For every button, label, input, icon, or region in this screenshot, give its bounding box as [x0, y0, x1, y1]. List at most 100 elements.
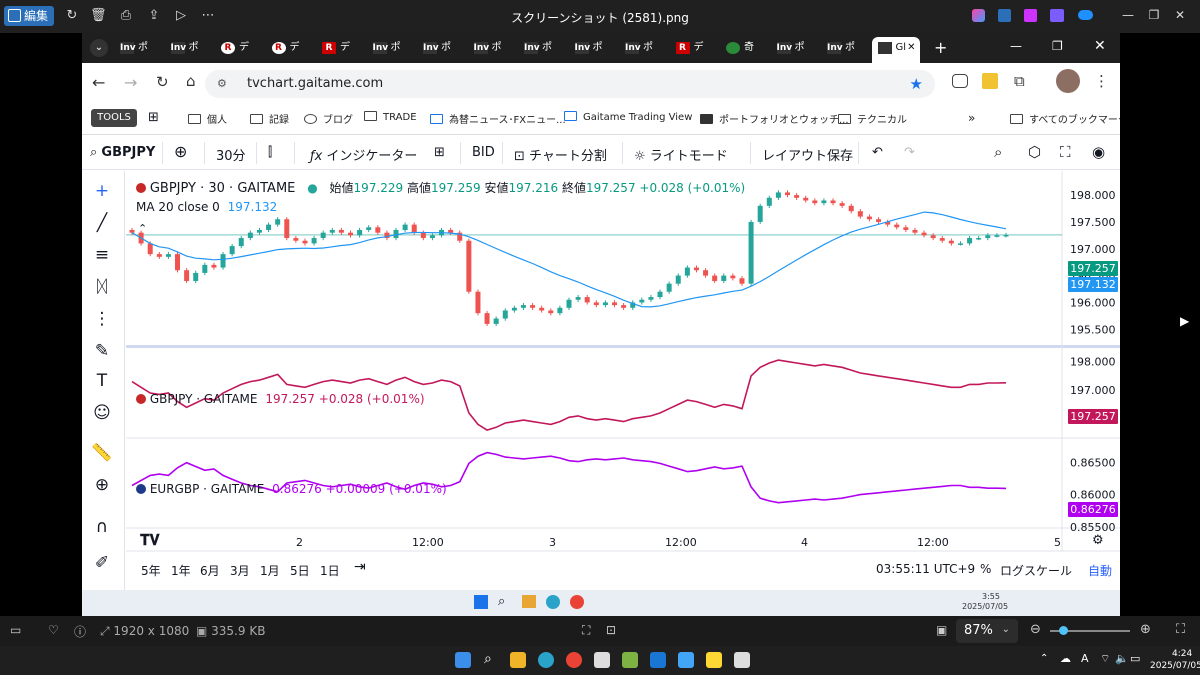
volume-icon[interactable]: 🔈: [1115, 652, 1129, 665]
bookmark-folder[interactable]: 記録: [250, 111, 289, 126]
browser-tab[interactable]: Rデ: [266, 37, 316, 59]
browser-tab[interactable]: Rデ: [215, 37, 265, 59]
pattern-icon[interactable]: ᛞ: [90, 275, 114, 299]
split-chart-button[interactable]: ⊡ チャート分割: [514, 145, 607, 164]
tab-close-icon[interactable]: ✕: [907, 37, 915, 59]
range-1m[interactable]: 1月: [260, 562, 280, 579]
app-icon[interactable]: [734, 652, 750, 668]
minimize-icon[interactable]: —: [1120, 7, 1136, 23]
close-icon[interactable]: ✕: [1172, 7, 1188, 23]
browser-tab[interactable]: Rデ: [670, 37, 720, 59]
info-icon[interactable]: ⓘ: [74, 623, 86, 640]
next-image-icon[interactable]: ▶: [1180, 314, 1194, 330]
site-info-icon[interactable]: ⚙: [217, 77, 233, 91]
save-layout-button[interactable]: レイアウト保存: [762, 145, 853, 164]
app-icon[interactable]: [622, 652, 638, 668]
bookmark-folder[interactable]: テクニカル: [838, 111, 907, 126]
more-bookmarks-icon[interactable]: »: [968, 111, 975, 125]
clock[interactable]: 03:55:11 UTC+9: [876, 562, 975, 576]
fib-lines-icon[interactable]: ≡: [90, 243, 114, 267]
text-tool-icon[interactable]: T: [90, 369, 114, 393]
browser-tab[interactable]: Rデ: [316, 37, 366, 59]
zoom-in-icon[interactable]: ⊕: [1140, 622, 1151, 637]
app-icon[interactable]: [594, 652, 610, 668]
all-bookmarks[interactable]: すべてのブックマーク: [1010, 111, 1120, 126]
bookmark-link[interactable]: ポートフォリオとウォッチ...: [700, 111, 849, 126]
settings-hex-icon[interactable]: ⬡: [1028, 143, 1041, 161]
indicators-button[interactable]: ƒx インジケーター: [310, 145, 417, 164]
interval-button[interactable]: 30分: [216, 145, 246, 164]
brush-icon[interactable]: ✎: [90, 339, 114, 363]
range-6m[interactable]: 6月: [200, 562, 220, 579]
bid-toggle[interactable]: BID: [472, 145, 495, 160]
reload-icon[interactable]: ↻: [156, 73, 169, 91]
url-field[interactable]: ⚙ tvchart.gaitame.com ★: [205, 70, 935, 98]
range-5y[interactable]: 5年: [141, 562, 161, 579]
menu-icon[interactable]: ⋮: [1094, 72, 1109, 90]
ruler-icon[interactable]: 📏: [90, 441, 114, 465]
range-1y[interactable]: 1年: [171, 562, 191, 579]
extensions-puzzle-icon[interactable]: ⧉: [1014, 72, 1025, 90]
goto-date-icon[interactable]: ⇥: [354, 559, 366, 575]
edge-icon[interactable]: [538, 652, 554, 668]
trend-line-icon[interactable]: ╱: [90, 211, 114, 235]
theme-toggle[interactable]: ☼ ライトモード: [634, 145, 728, 164]
battery-icon[interactable]: ▭: [1130, 652, 1140, 665]
actual-size-icon[interactable]: ⊡: [606, 623, 616, 637]
fullscreen-toggle-icon[interactable]: ⛶: [1176, 622, 1185, 637]
browser-tab[interactable]: Inv ポ: [165, 37, 215, 59]
chat-icon[interactable]: [952, 74, 968, 88]
search-icon[interactable]: ⌕: [484, 651, 492, 667]
bookmark-link[interactable]: ブログ: [304, 111, 353, 126]
bookmark-folder[interactable]: TRADE: [364, 111, 417, 123]
range-3m[interactable]: 3月: [230, 562, 250, 579]
paint-icon[interactable]: [998, 9, 1011, 22]
zoom-slider-thumb[interactable]: [1059, 626, 1068, 635]
tradingview-logo[interactable]: 𝐓𝐕: [140, 531, 160, 549]
redo-icon[interactable]: ↷: [904, 145, 915, 160]
browser-tab[interactable]: Gl ✕: [871, 37, 920, 63]
bookmark-folder[interactable]: 個人: [188, 111, 227, 126]
clipchamp-icon[interactable]: [1050, 9, 1064, 22]
browser-tab[interactable]: Inv ポ: [114, 37, 164, 59]
new-tab-icon[interactable]: +: [934, 38, 947, 57]
undo-icon[interactable]: ↶: [872, 145, 883, 160]
collapse-legend-icon[interactable]: ⌃: [138, 222, 147, 235]
clock-date[interactable]: 2025/07/05: [1150, 661, 1200, 671]
profile-avatar[interactable]: [1056, 69, 1080, 93]
range-1d[interactable]: 1日: [320, 562, 340, 579]
prediction-icon[interactable]: ⋮: [90, 307, 114, 331]
emoji-icon[interactable]: ☺: [90, 401, 114, 425]
replay-icon[interactable]: ⌕: [994, 143, 1002, 161]
browser-tab[interactable]: Inv ポ: [821, 37, 871, 59]
tab-search-icon[interactable]: ⌄: [90, 39, 108, 57]
app-icon[interactable]: [650, 652, 666, 668]
fullscreen-icon[interactable]: ⛶: [1060, 143, 1071, 161]
clock-time[interactable]: 4:24: [1172, 649, 1192, 659]
fit-icon[interactable]: ⛶: [582, 623, 590, 638]
chart-type-candles-icon[interactable]: ⫿: [268, 145, 272, 160]
browser-tab[interactable]: Inv ポ: [417, 37, 467, 59]
filmstrip-icon[interactable]: ▭: [10, 623, 21, 637]
browser-tab[interactable]: 奇: [720, 37, 770, 59]
wifi-icon[interactable]: ⌔: [1100, 652, 1110, 666]
app-icon[interactable]: [678, 652, 694, 668]
file-explorer-icon[interactable]: [510, 652, 526, 668]
favorite-icon[interactable]: ♡: [48, 623, 59, 637]
zoom-select[interactable]: 87% ⌄: [956, 619, 1018, 643]
extension-icon[interactable]: [982, 73, 998, 89]
zoom-fit-icon[interactable]: ▣: [936, 623, 947, 637]
browser-close-icon[interactable]: ✕: [1094, 38, 1106, 54]
ime-icon[interactable]: A: [1081, 652, 1089, 665]
bookmark-star-icon[interactable]: ★: [910, 75, 923, 93]
copilot-icon[interactable]: [972, 9, 985, 22]
browser-tab[interactable]: Inv ポ: [619, 37, 669, 59]
tray-chevron-icon[interactable]: ⌃: [1040, 653, 1048, 664]
zoom-in-icon[interactable]: ⊕: [90, 473, 114, 497]
browser-tab[interactable]: Inv ポ: [518, 37, 568, 59]
log-scale-toggle[interactable]: ログスケール: [1000, 562, 1072, 579]
browser-tab[interactable]: Inv ポ: [367, 37, 417, 59]
symbol-search[interactable]: ⌕ GBPJPY: [90, 145, 155, 160]
forward-icon[interactable]: →: [124, 73, 137, 92]
home-icon[interactable]: ⌂: [186, 72, 196, 90]
